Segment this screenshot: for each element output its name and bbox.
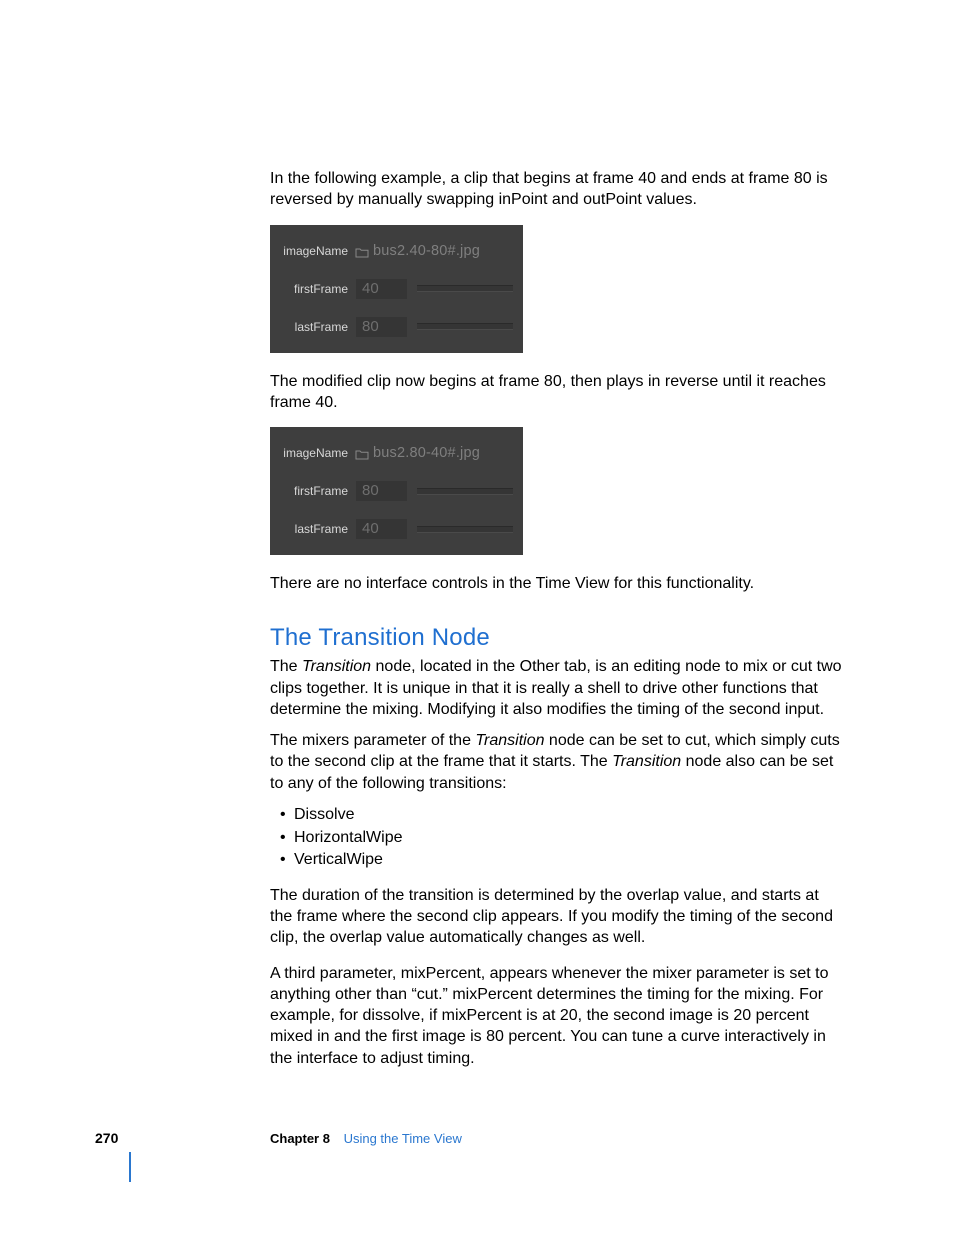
text: The mixers parameter of the (270, 732, 475, 749)
italic-transition: Transition (302, 658, 371, 675)
chapter-label: Chapter 8 (270, 1131, 330, 1146)
row-imagename: imageName bus2.40-80#.jpg (270, 232, 523, 270)
parameter-panel-1: imageName bus2.40-80#.jpg firstFrame 40 … (270, 225, 523, 353)
footer-rule (129, 1152, 131, 1182)
row-imagename: imageName bus2.80-40#.jpg (270, 434, 523, 472)
paragraph-transition-intro: The Transition node, located in the Othe… (270, 656, 845, 720)
label-firstframe: firstFrame (270, 282, 354, 296)
label-imagename: imageName (270, 244, 354, 258)
value-firstframe[interactable]: 40 (356, 279, 407, 299)
slider-firstframe[interactable] (417, 285, 513, 292)
slider-lastframe[interactable] (417, 526, 513, 533)
value-imagename: bus2.80-40#.jpg (373, 445, 480, 461)
list-item: Dissolve (280, 804, 845, 826)
value-firstframe[interactable]: 80 (356, 481, 407, 501)
list-item: HorizontalWipe (280, 827, 845, 849)
folder-icon[interactable] (355, 447, 369, 459)
page-footer: 270 Chapter 8 Using the Time View (95, 1130, 855, 1146)
list-item: VerticalWipe (280, 849, 845, 871)
value-imagename: bus2.40-80#.jpg (373, 243, 480, 259)
row-firstframe: firstFrame 80 (270, 472, 523, 510)
chapter-title: Using the Time View (344, 1131, 462, 1146)
paragraph-intro: In the following example, a clip that be… (270, 168, 845, 211)
paragraph-mixers: The mixers parameter of the Transition n… (270, 730, 845, 794)
folder-icon[interactable] (355, 245, 369, 257)
paragraph-modified: The modified clip now begins at frame 80… (270, 371, 845, 414)
row-lastframe: lastFrame 80 (270, 308, 523, 346)
italic-transition: Transition (475, 732, 544, 749)
italic-transition: Transition (612, 753, 681, 770)
heading-transition-node: The Transition Node (270, 624, 845, 652)
paragraph-nocontrols: There are no interface controls in the T… (270, 573, 845, 594)
label-imagename: imageName (270, 446, 354, 460)
content-column: In the following example, a clip that be… (270, 168, 845, 1083)
row-lastframe: lastFrame 40 (270, 510, 523, 548)
parameter-panel-2: imageName bus2.80-40#.jpg firstFrame 80 … (270, 427, 523, 555)
transition-list: Dissolve HorizontalWipe VerticalWipe (270, 804, 845, 871)
slider-lastframe[interactable] (417, 323, 513, 330)
value-lastframe[interactable]: 40 (356, 519, 407, 539)
text: The (270, 658, 302, 675)
value-lastframe[interactable]: 80 (356, 317, 407, 337)
label-lastframe: lastFrame (270, 320, 354, 334)
page-number: 270 (95, 1130, 118, 1146)
row-firstframe: firstFrame 40 (270, 270, 523, 308)
paragraph-mixpercent: A third parameter, mixPercent, appears w… (270, 963, 845, 1069)
paragraph-duration: The duration of the transition is determ… (270, 885, 845, 949)
slider-firstframe[interactable] (417, 488, 513, 495)
label-lastframe: lastFrame (270, 522, 354, 536)
page: In the following example, a clip that be… (0, 0, 954, 1235)
label-firstframe: firstFrame (270, 484, 354, 498)
